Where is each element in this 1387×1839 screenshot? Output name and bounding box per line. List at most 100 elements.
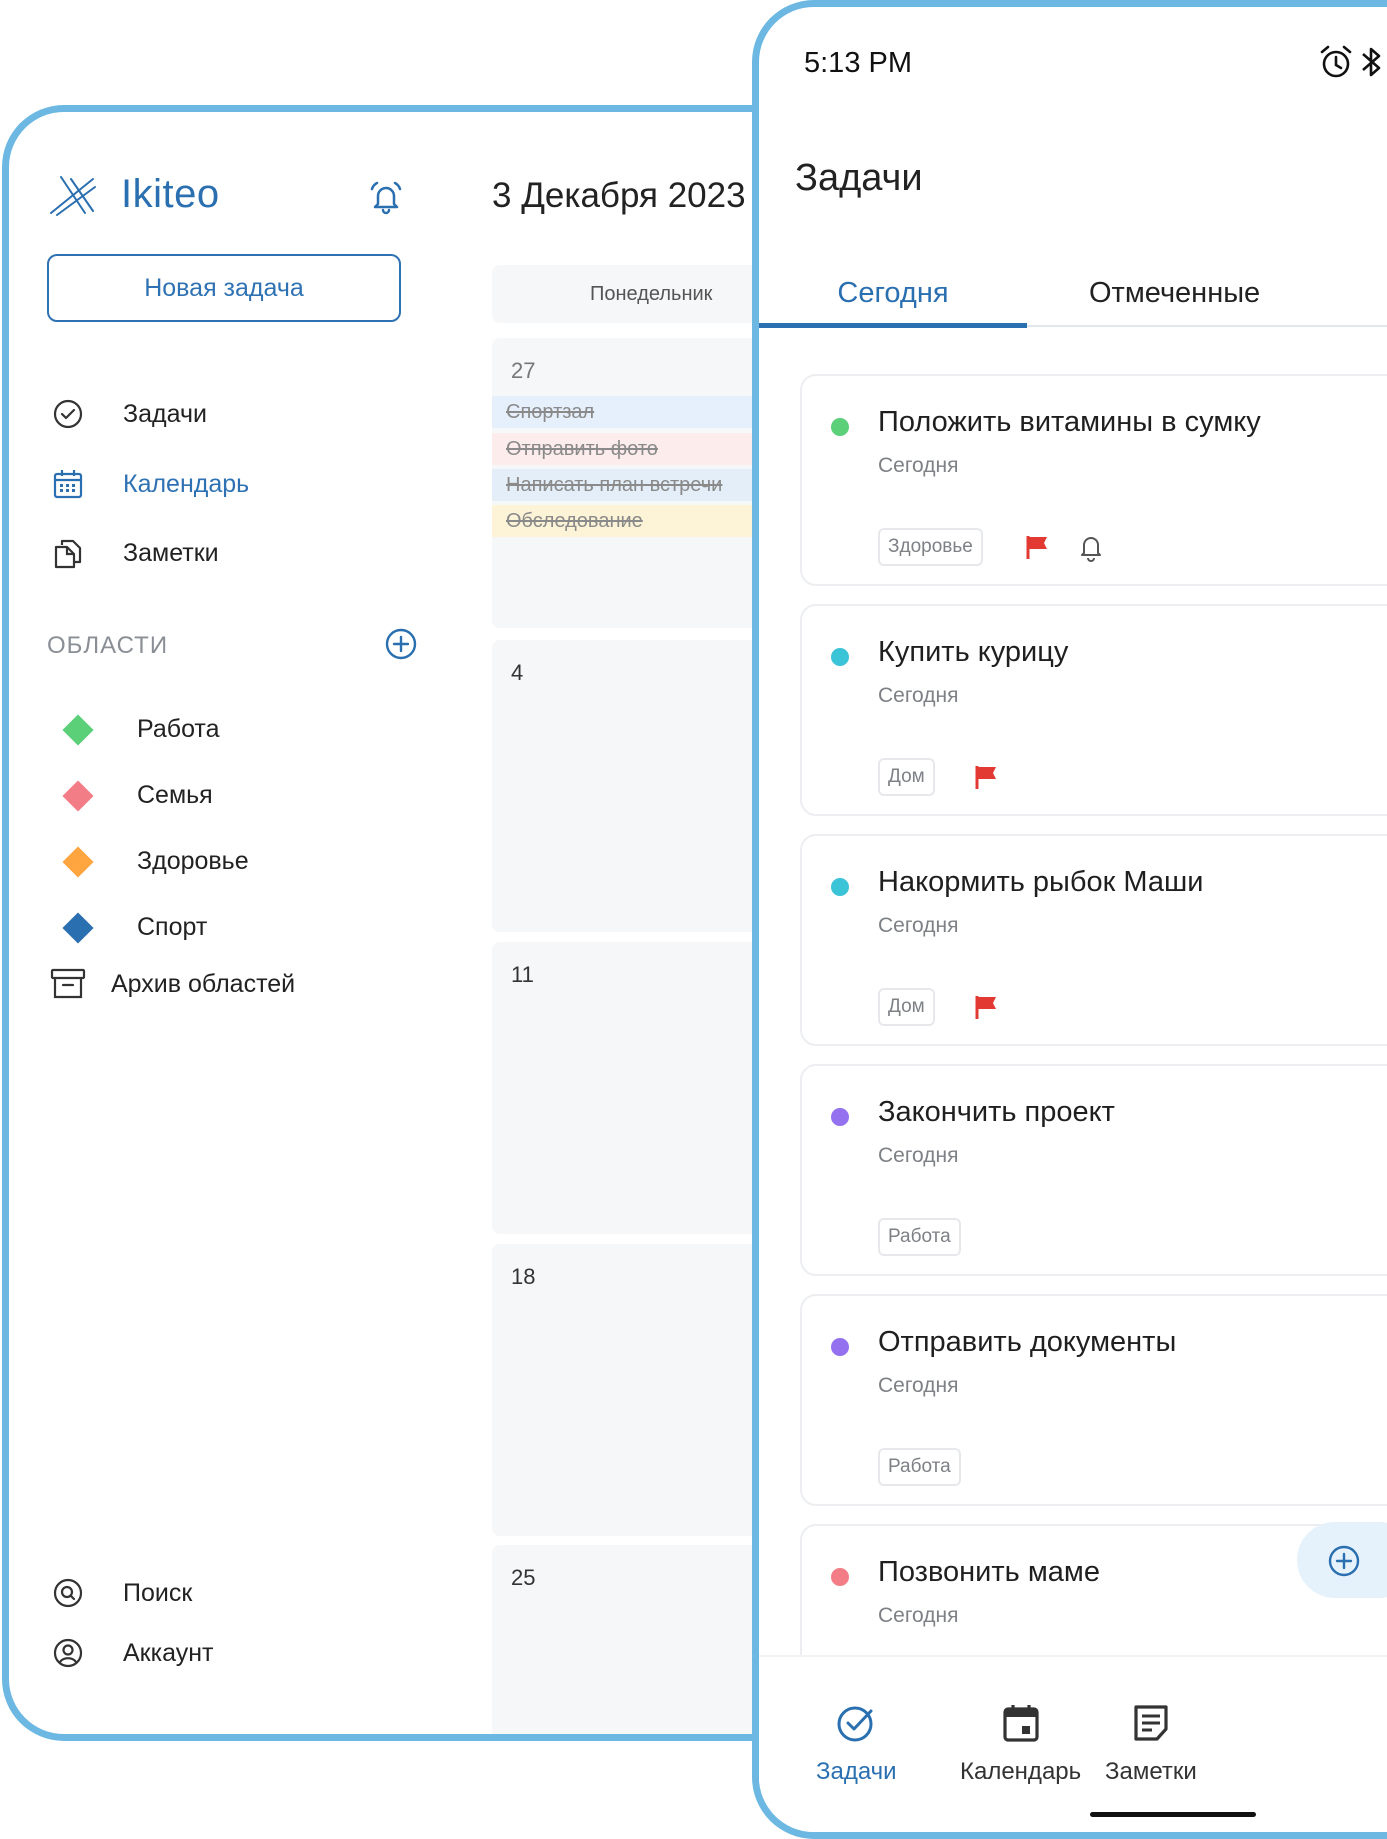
area-color-marker [62, 911, 94, 944]
status-bar-icons [1317, 43, 1385, 81]
archive-icon [50, 968, 86, 999]
nav-item-notes[interactable]: Заметки [51, 536, 219, 570]
nav-item-label: Задачи [123, 399, 207, 428]
calendar-event[interactable]: Отправить фото [492, 433, 782, 465]
area-item-sport[interactable]: Спорт [59, 911, 207, 944]
task-status-dot [831, 1338, 849, 1356]
task-due: Сегодня [878, 1144, 959, 1167]
day-number: 27 [511, 358, 536, 383]
area-color-marker [62, 845, 94, 878]
task-due: Сегодня [878, 914, 959, 937]
tasks-check-icon [837, 1706, 873, 1742]
task-tag[interactable]: Здоровье [878, 528, 983, 566]
bottom-nav-notes[interactable]: Заметки [1105, 1702, 1197, 1786]
bluetooth-icon [1362, 47, 1381, 77]
task-card[interactable]: Закончить проект Сегодня Работа [800, 1064, 1387, 1276]
calendar-day-cell[interactable]: 18 [492, 1244, 782, 1536]
calendar-day-cell[interactable]: 4 [492, 640, 782, 932]
calendar-event[interactable]: Спортзал [492, 396, 782, 428]
add-area-icon[interactable] [384, 627, 418, 661]
tab-today[interactable]: Сегодня [759, 277, 1027, 329]
nav-item-label: Заметки [123, 538, 219, 567]
day-number: 11 [511, 962, 534, 987]
tab-flagged[interactable]: Отмеченные [1027, 277, 1387, 329]
search-icon [51, 1576, 85, 1610]
logo-icon [50, 175, 96, 216]
calendar-day-cell[interactable]: 25 [492, 1545, 782, 1734]
task-title: Отправить документы [878, 1326, 1177, 1358]
task-due: Сегодня [878, 684, 959, 707]
task-card[interactable]: Купить курицу Сегодня Дом [800, 604, 1387, 816]
bottom-nav-label: Задачи [816, 1758, 897, 1785]
calendar-event[interactable]: Обследование [492, 505, 782, 537]
notification-bell-icon[interactable] [366, 177, 406, 217]
task-title: Закончить проект [878, 1096, 1115, 1128]
bottom-nav-tasks[interactable]: Задачи [816, 1702, 897, 1786]
task-title: Купить курицу [878, 636, 1069, 668]
brand-logo[interactable]: Ikiteo [47, 172, 220, 217]
tab-divider [1027, 325, 1387, 327]
weekday-header: Понедельник [492, 265, 782, 323]
task-card[interactable]: Отправить документы Сегодня Работа [800, 1294, 1387, 1506]
add-task-fab[interactable] [1297, 1522, 1387, 1598]
flag-icon[interactable] [1024, 534, 1050, 560]
area-label: Работа [137, 715, 220, 743]
task-card[interactable]: Положить витамины в сумку Сегодня Здоров… [800, 374, 1387, 586]
screen-title: Задачи [795, 157, 923, 199]
alarm-icon [1320, 45, 1352, 78]
area-label: Семья [137, 781, 213, 809]
flag-icon[interactable] [973, 764, 999, 790]
desktop-window: Ikiteo Новая задача Задачи Календарь Зам… [2, 105, 782, 1741]
task-due: Сегодня [878, 1604, 959, 1627]
flag-icon[interactable] [973, 994, 999, 1020]
task-status-dot [831, 418, 849, 436]
calendar-date-title: 3 Декабря 2023 [492, 176, 746, 215]
task-title: Накормить рыбок Маши [878, 866, 1204, 898]
task-tag[interactable]: Дом [878, 988, 935, 1026]
areas-section-title: ОБЛАСТИ [47, 632, 169, 659]
area-label: Здоровье [137, 847, 249, 875]
task-status-dot [831, 1108, 849, 1126]
task-tag[interactable]: Работа [878, 1218, 961, 1256]
area-item-work[interactable]: Работа [59, 713, 220, 746]
archive-label: Архив областей [111, 969, 296, 998]
calendar-day-cell[interactable]: 11 [492, 942, 782, 1234]
task-status-dot [831, 648, 849, 666]
task-status-dot [831, 1568, 849, 1586]
nav-item-label: Календарь [123, 469, 250, 498]
account-icon [51, 1636, 85, 1670]
task-due: Сегодня [878, 1374, 959, 1397]
area-item-health[interactable]: Здоровье [59, 845, 249, 878]
bottom-nav-label: Календарь [960, 1758, 1082, 1785]
check-circle-icon [51, 397, 85, 431]
task-tag[interactable]: Работа [878, 1448, 961, 1486]
nav-item-label: Аккаунт [123, 1638, 214, 1667]
calendar-icon [1002, 1705, 1039, 1742]
task-card[interactable]: Накормить рыбок Маши Сегодня Дом [800, 834, 1387, 1046]
day-number: 18 [511, 1264, 536, 1289]
documents-icon [51, 536, 85, 570]
bottom-navigation: Задачи Календарь Заметки [759, 1655, 1387, 1832]
calendar-event[interactable]: Написать план встречи [492, 469, 782, 501]
task-status-dot [831, 878, 849, 896]
area-item-family[interactable]: Семья [59, 779, 213, 812]
nav-item-tasks[interactable]: Задачи [51, 397, 207, 431]
nav-item-account[interactable]: Аккаунт [51, 1636, 213, 1670]
bottom-nav-calendar[interactable]: Календарь [960, 1702, 1081, 1786]
archive-areas-link[interactable]: Архив областей [49, 967, 295, 1001]
task-tag[interactable]: Дом [878, 758, 935, 796]
new-task-button[interactable]: Новая задача [47, 254, 401, 322]
nav-item-search[interactable]: Поиск [51, 1576, 192, 1610]
bottom-nav-label: Заметки [1105, 1758, 1197, 1785]
nav-item-calendar[interactable]: Календарь [51, 467, 249, 501]
area-color-marker [62, 779, 94, 812]
calendar-day-cell[interactable]: 27 Спортзал Отправить фото Написать план… [492, 338, 782, 628]
plus-circle-icon [1328, 1545, 1360, 1577]
calendar-icon [51, 467, 85, 501]
day-number: 25 [511, 1565, 536, 1590]
brand-name: Ikiteo [121, 172, 220, 216]
reminder-bell-icon[interactable] [1077, 532, 1105, 562]
task-title: Положить витамины в сумку [878, 406, 1261, 438]
task-due: Сегодня [878, 454, 959, 477]
area-color-marker [62, 713, 94, 746]
